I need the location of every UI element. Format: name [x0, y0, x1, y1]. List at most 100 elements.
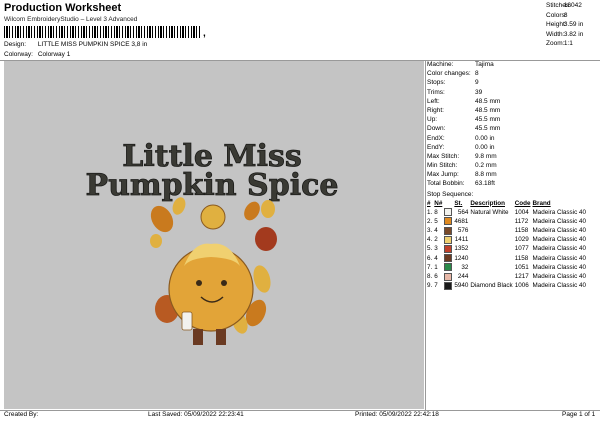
stop-sequence-table: # N# St. Description Code Brand 1. 8 564 Na… [427, 199, 588, 291]
col-header-code: Code [514, 199, 531, 207]
needle-number: 4 [434, 227, 438, 235]
color-swatch-cell [444, 235, 454, 244]
needle-number: 6 [434, 273, 438, 281]
info-label: Max Stitch: [427, 152, 460, 160]
info-value: Tajima [475, 61, 494, 68]
machine-info-row: Trims: 39 [427, 89, 597, 98]
stat-label: Width: [546, 30, 565, 38]
table-row: 9. 7 5940 Diamond Black 1006 Madeira Classic … [427, 281, 588, 290]
thread-brand: Madeira Classic 40 [532, 282, 586, 290]
stop-number: 3. [427, 227, 433, 235]
stat-value: 3.59 in [563, 21, 584, 28]
machine-info-row: EndY: 0.00 in [427, 144, 597, 153]
design-text-line2: Pumpkin Spice [86, 168, 339, 203]
info-label: Stops: [427, 79, 446, 87]
needle-number: 3 [434, 245, 438, 253]
design-artwork: Little Miss Pumpkin Spice [85, 139, 339, 345]
table-row: 3. 4 576 1158 Madeira Classic 40 [427, 226, 588, 235]
stat-row: Colors: 8 [546, 12, 583, 22]
color-swatch-cell [444, 208, 454, 217]
table-row: 7. 1 32 1051 Madeira Classic 40 [427, 263, 588, 272]
color-swatch [444, 263, 453, 272]
info-value: 0.00 in [475, 143, 495, 151]
design-value: LITTLE MISS PUMPKIN SPICE 3,8 in [37, 41, 148, 48]
info-value: 63.18ft [475, 180, 495, 188]
info-label: Max Jump: [427, 171, 459, 179]
thread-brand: Madeira Classic 40 [532, 263, 586, 271]
stitch-count: 1352 [454, 245, 469, 253]
info-label: EndY: [427, 143, 445, 151]
page-number: Page 1 of 1 [562, 411, 596, 418]
info-value: 9.8 mm [475, 152, 497, 160]
thread-description [470, 235, 514, 244]
stat-value: 16042 [563, 2, 582, 9]
info-label: Total Bobbin: [427, 180, 465, 188]
table-row: 6. 4 1240 1158 Madeira Classic 40 [427, 254, 588, 263]
info-label: Right: [427, 106, 444, 114]
stop-number: 9. [427, 282, 433, 290]
info-value: 9 [475, 79, 479, 87]
stop-number: 5. [427, 245, 433, 253]
color-swatch-cell [444, 272, 454, 281]
thread-description [470, 217, 514, 226]
color-swatch-cell [444, 244, 454, 253]
col-header-st: St. [454, 199, 463, 207]
color-swatch-cell [444, 226, 454, 235]
info-value: 8 [475, 70, 479, 78]
needle-number: 1 [434, 263, 438, 271]
stitch-count: 4681 [454, 217, 469, 225]
stitch-count: 5940 [454, 282, 469, 290]
col-header-n: N# [434, 199, 443, 207]
info-value: 0.2 mm [475, 162, 497, 170]
color-swatch [444, 226, 453, 235]
machine-info-row: Machine: Tajima [427, 61, 597, 70]
machine-info-row: Total Bobbin: 63.18ft [427, 180, 597, 189]
info-value: 48.5 mm [475, 97, 501, 105]
color-swatch [444, 244, 453, 253]
machine-info-row: Stops: 9 [427, 79, 597, 88]
column-divider [425, 60, 426, 410]
thread-brand: Madeira Classic 40 [532, 254, 586, 262]
footer-divider [0, 410, 600, 411]
info-label: Color changes: [427, 70, 471, 78]
stat-label: Zoom: [546, 40, 565, 47]
info-label: EndX: [427, 134, 445, 142]
needle-number: 7 [434, 282, 438, 290]
design-label: Design: [4, 41, 27, 48]
thread-code: 1006 [514, 282, 529, 290]
info-label: Left: [427, 97, 440, 105]
thread-code: 1158 [514, 227, 529, 235]
table-row: 4. 2 1411 1029 Madeira Classic 40 [427, 235, 588, 244]
needle-number: 2 [434, 236, 438, 244]
thread-code: 1077 [514, 245, 529, 253]
color-swatch [444, 254, 453, 263]
stat-row: Zoom: 1:1 [546, 40, 583, 50]
color-swatch [444, 208, 453, 217]
col-header-num: # [427, 199, 431, 207]
machine-info-row: Up: 45.5 mm [427, 116, 597, 125]
col-header-brand: Brand [532, 199, 551, 207]
stop-number: 7. [427, 263, 433, 271]
table-row: 5. 3 1352 1077 Madeira Classic 40 [427, 244, 588, 253]
needle-number: 4 [434, 254, 438, 262]
color-swatch-cell [444, 254, 454, 263]
stitch-count: 1240 [454, 254, 469, 262]
colorway-row: Colorway: Colorway 1 [4, 51, 70, 58]
thread-description [470, 272, 514, 281]
thread-code: 1217 [514, 273, 529, 281]
info-label: Trims: [427, 88, 445, 96]
stat-label: Colors: [546, 11, 567, 19]
stop-number: 2. [427, 217, 433, 225]
info-label: Down: [427, 125, 446, 133]
design-preview: Little Miss Pumpkin Spice [4, 61, 424, 409]
info-value: 8.8 mm [475, 171, 497, 179]
stat-value: 3.82 in [563, 30, 584, 38]
stop-number: 4. [427, 236, 433, 244]
table-row: 1. 8 564 Natural White 1004 Madeira Classic 4… [427, 208, 588, 217]
col-header-swatch [444, 199, 454, 208]
thread-brand: Madeira Classic 40 [532, 245, 586, 253]
barcode-suffix: , [203, 28, 206, 39]
table-row: 2. 5 4681 1172 Madeira Classic 40 [427, 217, 588, 226]
info-value: 45.5 mm [475, 116, 501, 124]
stop-sequence-title: Stop Sequence: [427, 190, 474, 198]
